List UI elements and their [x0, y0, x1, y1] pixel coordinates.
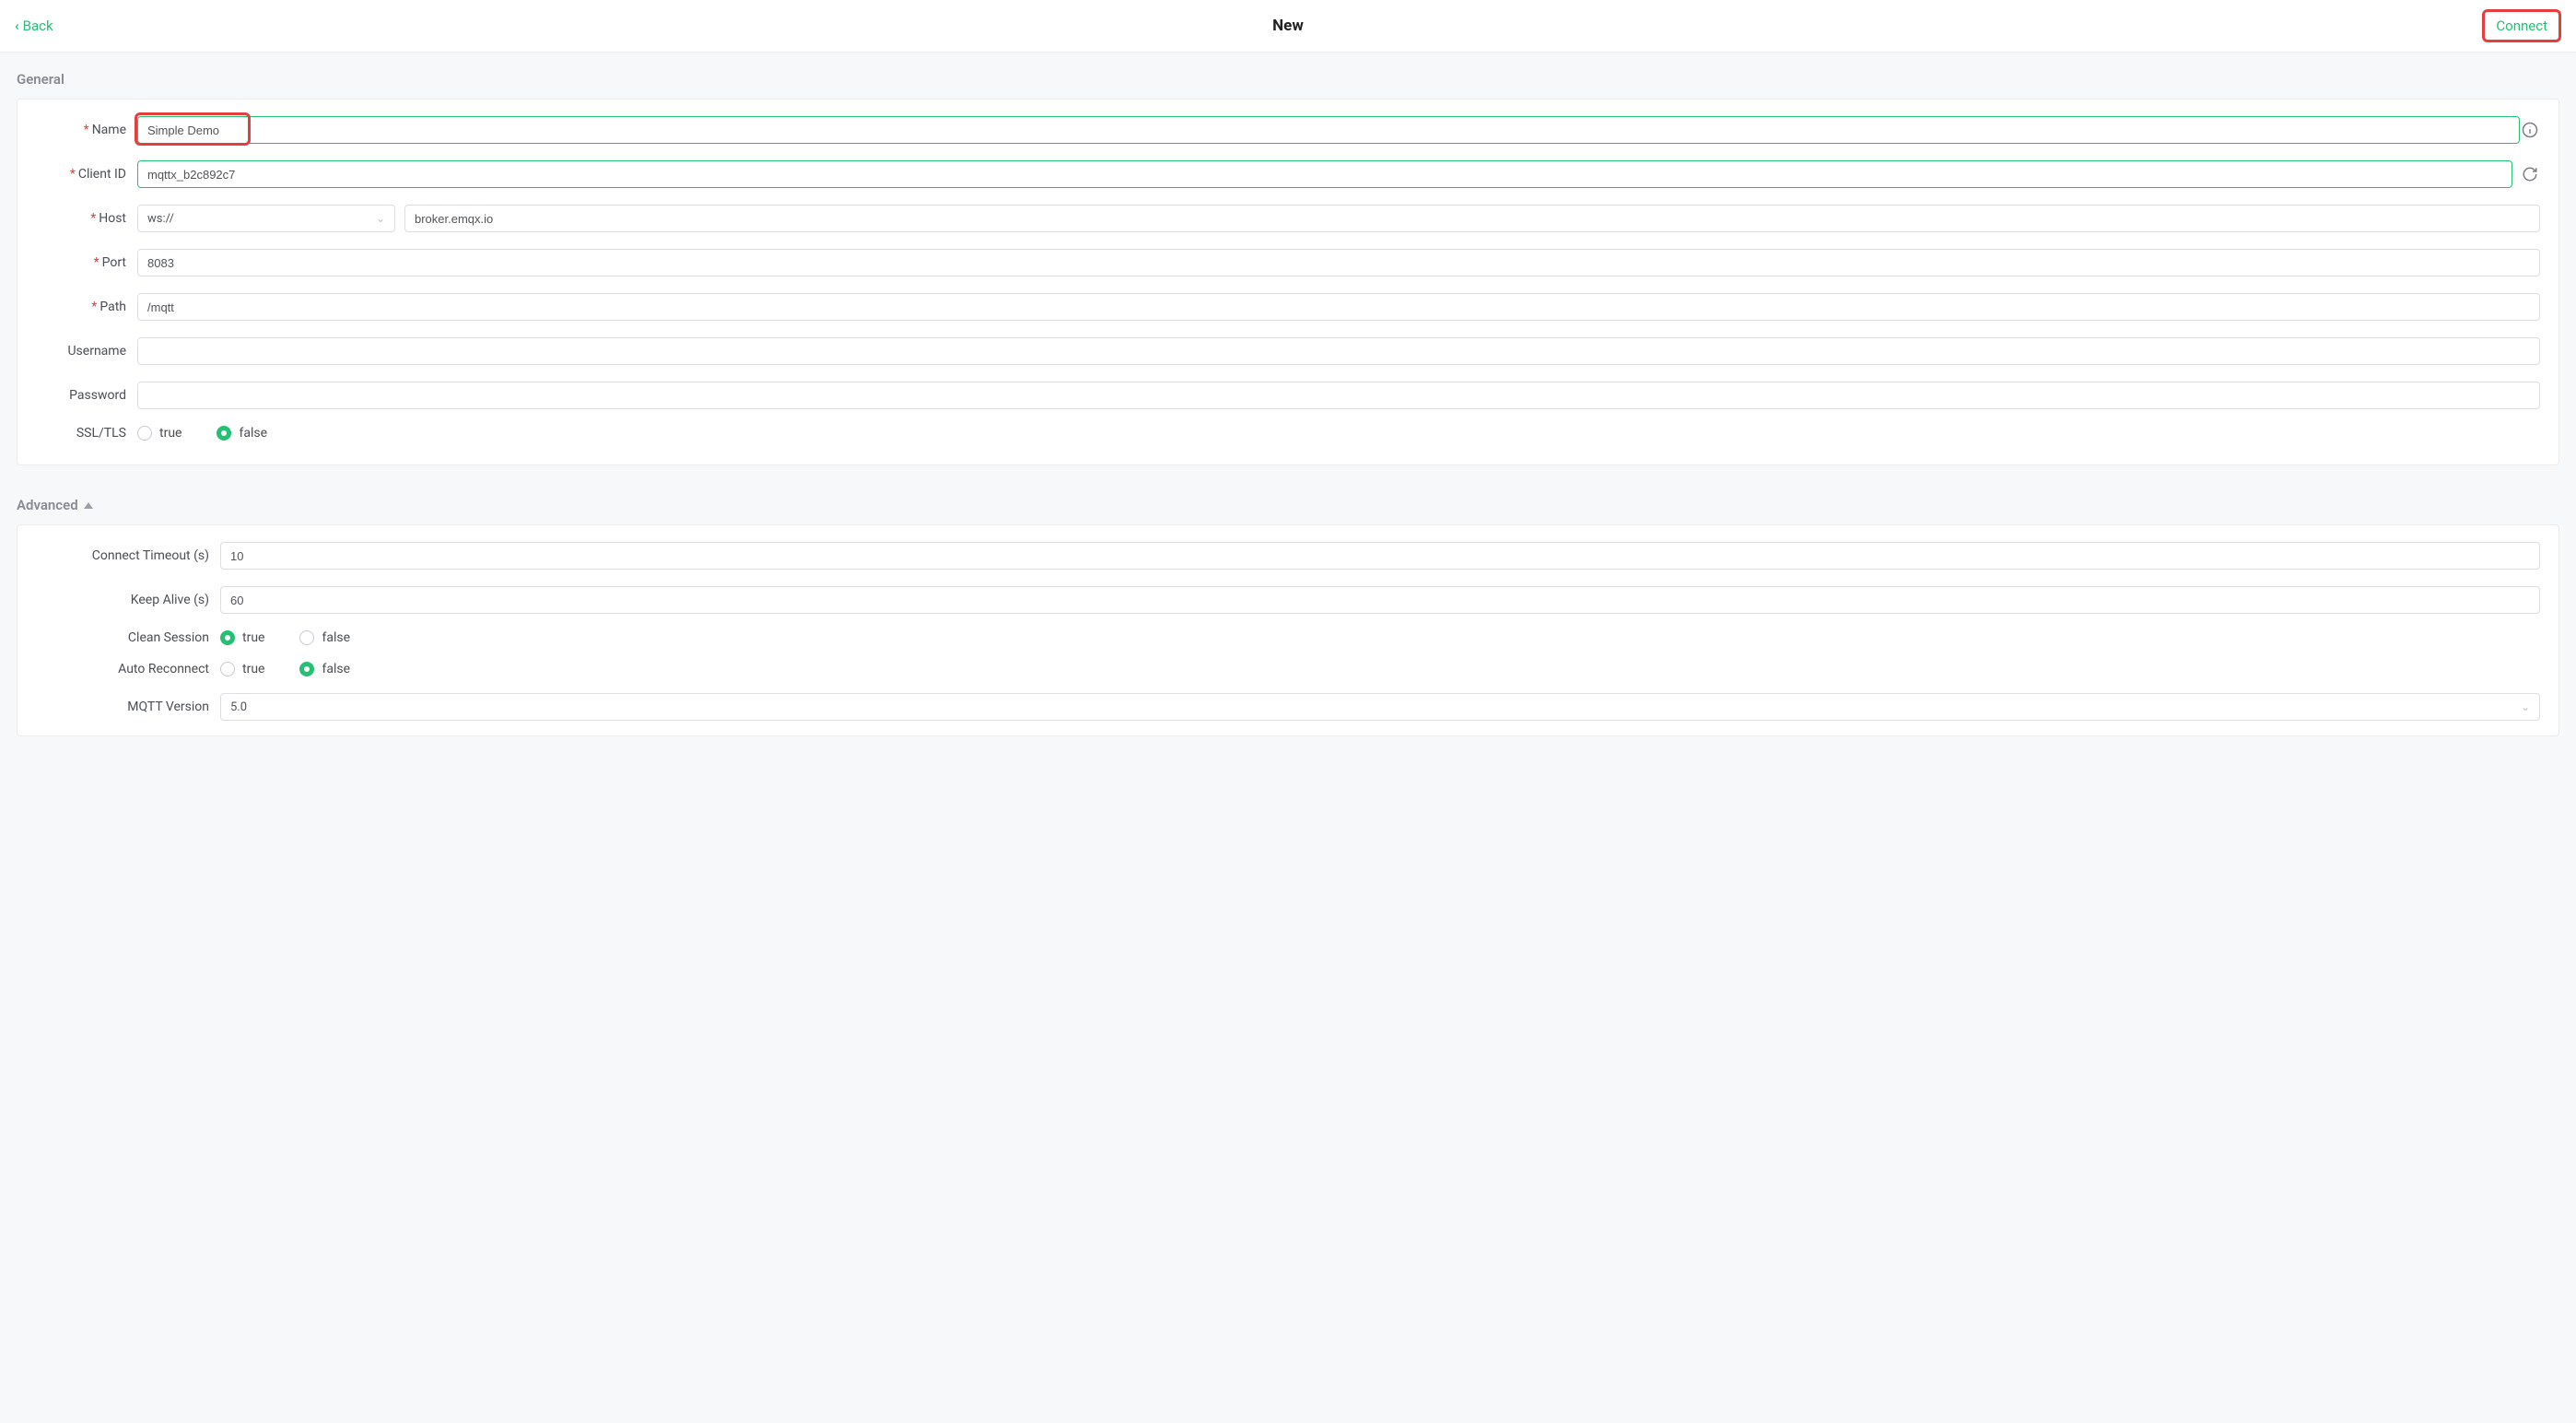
password-input[interactable]: [137, 382, 2540, 409]
required-star: *: [94, 255, 100, 270]
label-connect-timeout: Connect Timeout (s): [36, 548, 220, 563]
clean-session-false-radio[interactable]: false: [299, 630, 350, 645]
keep-alive-input[interactable]: [220, 586, 2540, 614]
clean-session-true-label: true: [242, 630, 264, 645]
caret-up-icon: [84, 502, 93, 509]
label-mqtt-version: MQTT Version: [36, 700, 220, 714]
clean-session-radio-group: true false: [220, 630, 350, 645]
connect-label: Connect: [2496, 18, 2547, 34]
row-keep-alive: Keep Alive (s): [36, 586, 2540, 614]
connect-timeout-input[interactable]: [220, 542, 2540, 570]
label-clean-session: Clean Session: [36, 630, 220, 645]
refresh-icon[interactable]: [2520, 166, 2540, 182]
header-bar: ‹ Back New Connect: [0, 0, 2576, 53]
row-name: *Name: [36, 116, 2540, 144]
radio-icon: [299, 662, 314, 676]
back-button[interactable]: ‹ Back: [15, 18, 53, 34]
required-star: *: [70, 167, 76, 182]
mqtt-version-select[interactable]: 5.0 ⌄: [220, 693, 2540, 721]
required-star: *: [90, 211, 96, 226]
ssl-false-label: false: [239, 426, 267, 441]
label-host: *Host: [36, 211, 137, 226]
protocol-value: ws://: [147, 212, 174, 226]
row-username: Username: [36, 337, 2540, 365]
advanced-card: Connect Timeout (s) Keep Alive (s) Clean…: [17, 524, 2559, 736]
host-input[interactable]: [404, 205, 2540, 232]
path-input[interactable]: [137, 293, 2540, 321]
row-auto-reconnect: Auto Reconnect true false: [36, 662, 2540, 676]
connect-button[interactable]: Connect: [2482, 9, 2561, 42]
section-title-advanced[interactable]: Advanced: [17, 497, 2559, 513]
back-label: Back: [23, 18, 53, 34]
general-card: *Name *Client ID: [17, 99, 2559, 465]
auto-reconnect-true-label: true: [242, 662, 264, 676]
radio-icon: [137, 426, 152, 441]
row-path: *Path: [36, 293, 2540, 321]
label-keep-alive: Keep Alive (s): [36, 593, 220, 607]
row-port: *Port: [36, 249, 2540, 276]
port-input[interactable]: [137, 249, 2540, 276]
page-body: General *Name *Client ID: [0, 53, 2576, 805]
username-input[interactable]: [137, 337, 2540, 365]
required-star: *: [91, 300, 97, 314]
row-host: *Host ws:// ⌄: [36, 205, 2540, 232]
auto-reconnect-radio-group: true false: [220, 662, 350, 676]
label-port: *Port: [36, 255, 137, 270]
ssl-true-label: true: [159, 426, 181, 441]
info-icon[interactable]: [2520, 122, 2540, 138]
section-title-general: General: [17, 71, 2559, 88]
auto-reconnect-false-radio[interactable]: false: [299, 662, 350, 676]
label-auto-reconnect: Auto Reconnect: [36, 662, 220, 676]
row-client-id: *Client ID: [36, 160, 2540, 188]
row-clean-session: Clean Session true false: [36, 630, 2540, 645]
row-mqtt-version: MQTT Version 5.0 ⌄: [36, 693, 2540, 721]
radio-icon: [299, 630, 314, 645]
row-connect-timeout: Connect Timeout (s): [36, 542, 2540, 570]
auto-reconnect-true-radio[interactable]: true: [220, 662, 264, 676]
ssl-radio-group: true false: [137, 426, 267, 441]
clean-session-false-label: false: [322, 630, 350, 645]
ssl-false-radio[interactable]: false: [217, 426, 267, 441]
auto-reconnect-false-label: false: [322, 662, 350, 676]
radio-icon: [217, 426, 231, 441]
row-ssl: SSL/TLS true false: [36, 426, 2540, 441]
radio-icon: [220, 630, 235, 645]
required-star: *: [84, 123, 89, 137]
mqtt-version-value: 5.0: [230, 700, 247, 714]
protocol-select[interactable]: ws:// ⌄: [137, 205, 395, 232]
label-ssl: SSL/TLS: [36, 426, 137, 441]
chevron-down-icon: ⌄: [2521, 700, 2530, 713]
client-id-input[interactable]: [137, 160, 2512, 188]
label-password: Password: [36, 388, 137, 403]
chevron-down-icon: ⌄: [376, 212, 385, 225]
ssl-true-radio[interactable]: true: [137, 426, 181, 441]
label-path: *Path: [36, 300, 137, 314]
name-input[interactable]: [137, 116, 2520, 144]
label-name: *Name: [36, 123, 137, 137]
chevron-left-icon: ‹: [15, 18, 19, 34]
page-title: New: [1272, 17, 1304, 35]
label-client-id: *Client ID: [36, 167, 137, 182]
clean-session-true-radio[interactable]: true: [220, 630, 264, 645]
radio-icon: [220, 662, 235, 676]
label-username: Username: [36, 344, 137, 359]
row-password: Password: [36, 382, 2540, 409]
